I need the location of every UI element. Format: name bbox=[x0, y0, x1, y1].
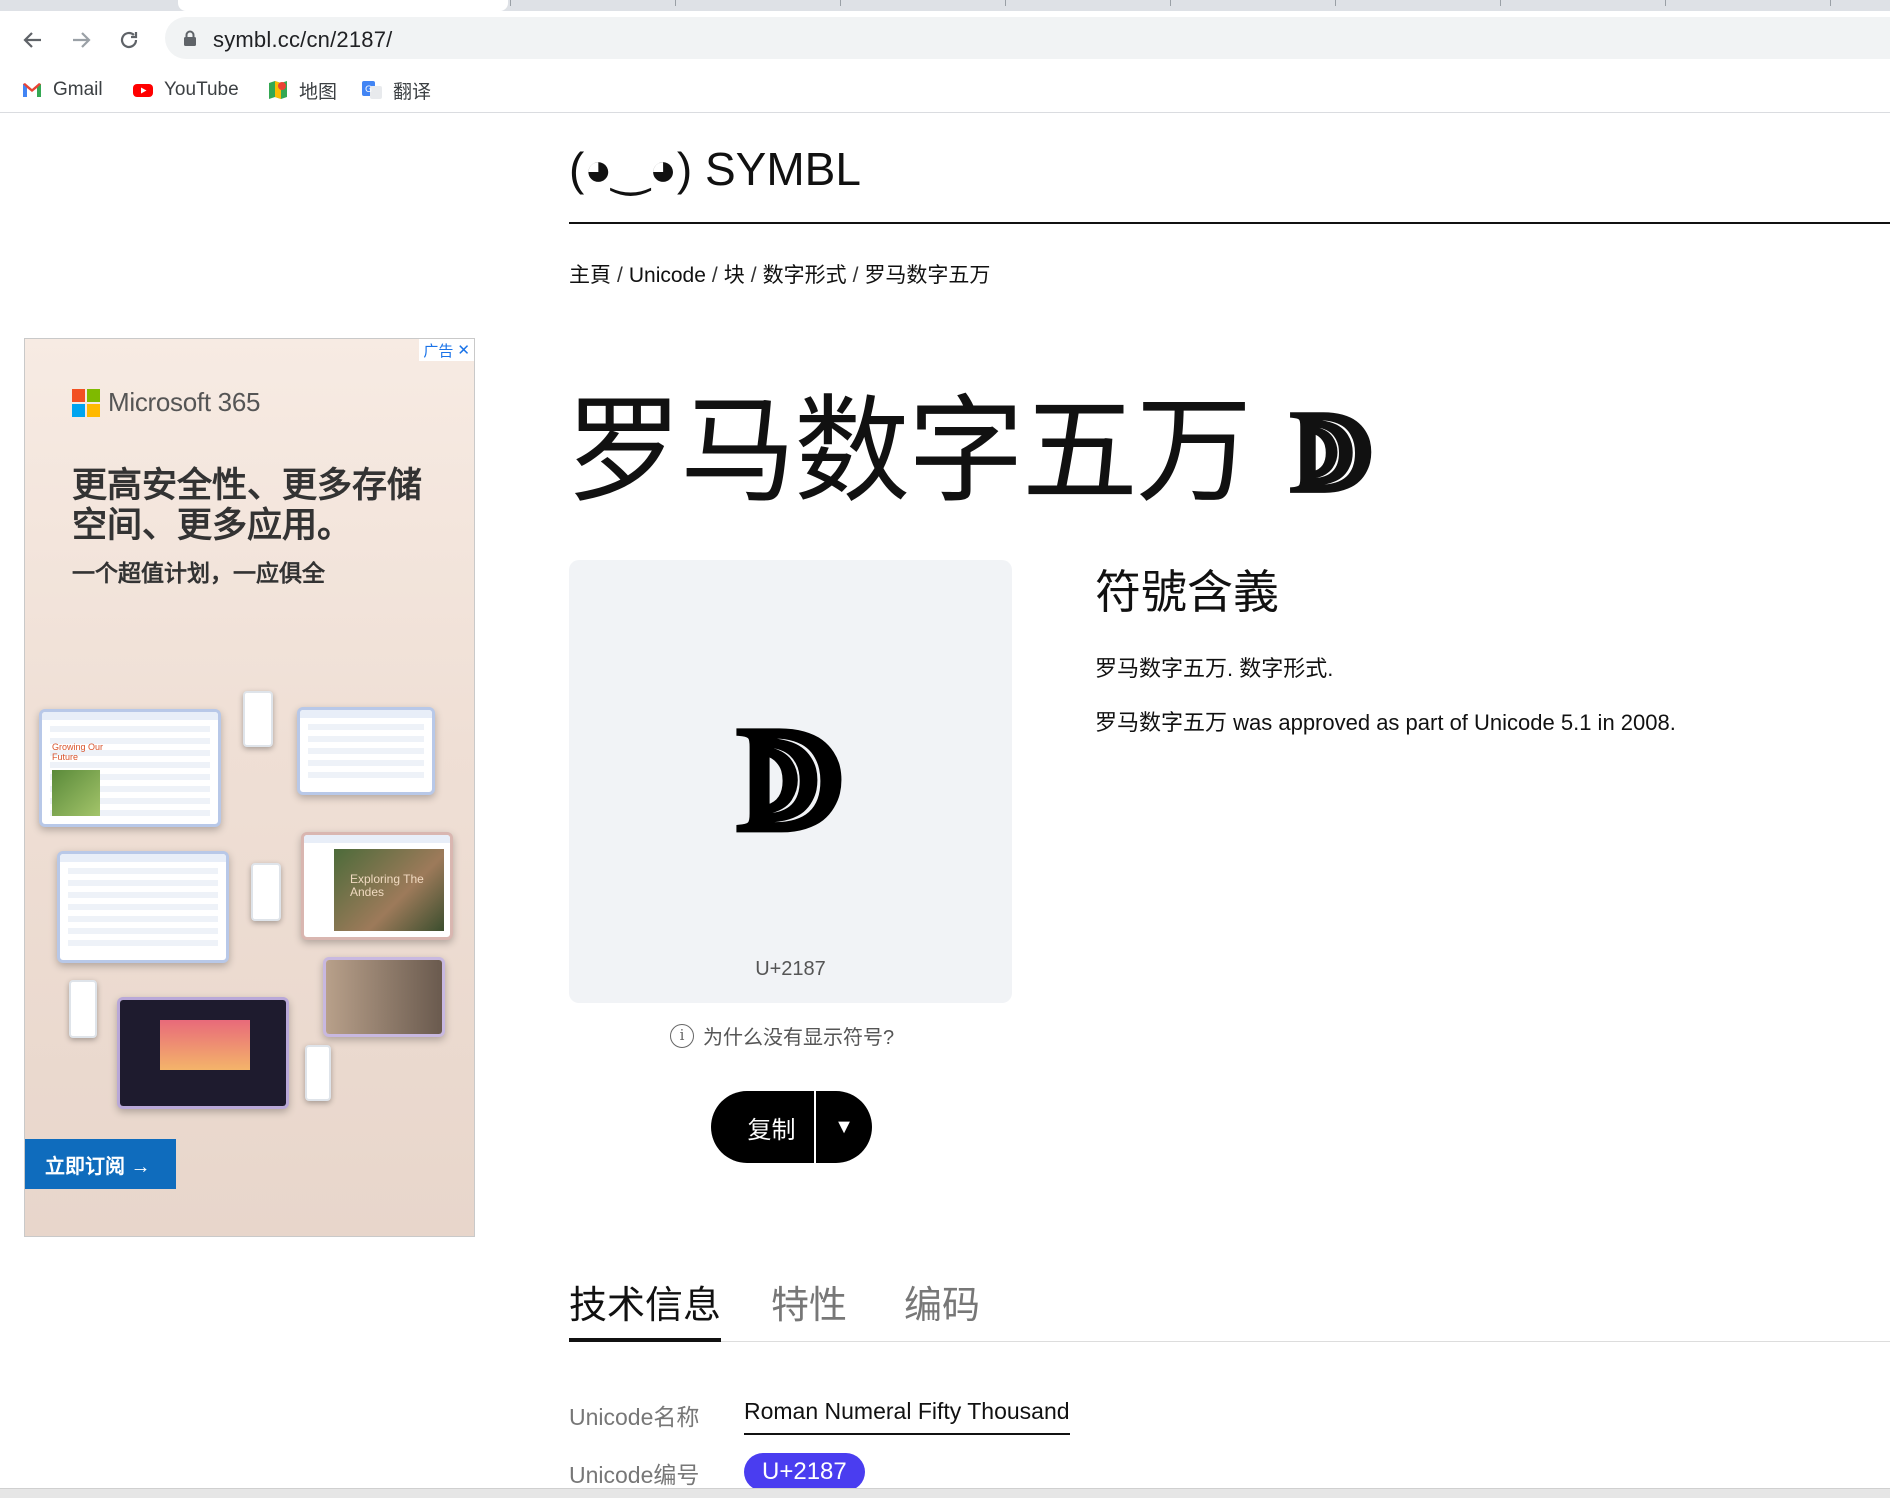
ad-phone bbox=[69, 980, 97, 1038]
gmail-icon bbox=[23, 83, 41, 97]
arrow-left-icon bbox=[23, 32, 41, 48]
tab-separator bbox=[510, 0, 511, 6]
ad-screenshot-defender bbox=[57, 851, 229, 963]
bookmarks-bar: Gmail YouTube 地图 G 翻译 bbox=[0, 68, 1890, 113]
tab-separator bbox=[1170, 0, 1171, 6]
tab-encoding[interactable]: 编码 bbox=[904, 1274, 980, 1342]
lock-icon bbox=[184, 30, 196, 46]
ad-screenshot-powerpoint: Exploring The Andes bbox=[301, 832, 453, 940]
ad-screenshot-word: Growing Our Future bbox=[39, 709, 221, 827]
windows-logo-icon bbox=[72, 388, 100, 417]
tech-key: Unicode名称 bbox=[569, 1404, 700, 1430]
translate-icon: G bbox=[362, 81, 382, 99]
tab-separator bbox=[1500, 0, 1501, 6]
tech-value[interactable]: Roman Numeral Fifty Thousand bbox=[744, 1398, 1070, 1435]
tab-separator bbox=[1665, 0, 1666, 6]
ad-brand: Microsoft 365 bbox=[108, 387, 261, 417]
symbol-preview-card[interactable]: ↇ U+2187 bbox=[569, 560, 1012, 1003]
ad-screen-caption: Growing Our Future bbox=[52, 742, 104, 762]
ad-headline: 更高安全性、更多存储空间、更多应用。 bbox=[72, 466, 423, 545]
youtube-icon bbox=[133, 84, 153, 97]
tab-properties[interactable]: 特性 bbox=[771, 1274, 847, 1342]
bookmark-label: Gmail bbox=[53, 79, 103, 100]
ad-screenshot-clipchamp bbox=[117, 997, 289, 1109]
breadcrumb-home[interactable]: 主頁 bbox=[569, 264, 611, 287]
breadcrumb-blocks[interactable]: 块 bbox=[724, 264, 745, 287]
bookmark-youtube[interactable]: YouTube bbox=[132, 75, 239, 105]
info-tabs: 技术信息 特性 编码 bbox=[569, 1274, 1890, 1342]
logo-divider bbox=[569, 222, 1890, 224]
codepoint-badge[interactable]: U+2187 bbox=[744, 1453, 865, 1491]
copy-button[interactable]: 复制 bbox=[711, 1110, 814, 1145]
info-icon: i bbox=[670, 1023, 694, 1048]
ad-screenshot-teams bbox=[323, 957, 445, 1037]
breadcrumb-current: 罗马数字五万 bbox=[864, 264, 991, 287]
browser-toolbar: symbl.cc/cn/2187/ bbox=[0, 11, 1890, 65]
bookmark-translate[interactable]: G 翻译 bbox=[361, 75, 431, 105]
meaning-heading: 符號含義 bbox=[1095, 566, 1279, 618]
address-bar[interactable]: symbl.cc/cn/2187/ bbox=[165, 17, 1890, 59]
close-icon[interactable]: ✕ bbox=[457, 341, 470, 359]
breadcrumb-unicode[interactable]: Unicode bbox=[629, 264, 706, 287]
breadcrumb-number-forms[interactable]: 数字形式 bbox=[763, 264, 847, 287]
bookmark-label: 翻译 bbox=[393, 81, 432, 103]
svg-text:G: G bbox=[365, 85, 372, 95]
ad-choices[interactable]: 广告 ✕ bbox=[419, 339, 474, 361]
symbol-codepoint: U+2187 bbox=[755, 958, 826, 980]
arrow-right-icon bbox=[73, 32, 91, 48]
microsoft-logo: Microsoft 365 bbox=[72, 387, 260, 418]
active-tab[interactable] bbox=[178, 0, 508, 11]
ad-subscribe-button[interactable]: 立即订阅 → bbox=[25, 1139, 176, 1189]
tech-key: Unicode编号 bbox=[569, 1462, 700, 1488]
horizontal-scrollbar[interactable] bbox=[0, 1488, 1890, 1498]
bookmark-label: YouTube bbox=[164, 79, 239, 100]
ad-banner[interactable]: 广告 ✕ Microsoft 365 更高安全性、更多存储空间、更多应用。 一个… bbox=[24, 338, 475, 1237]
page-title-glyph: ↇ bbox=[1290, 384, 1374, 519]
ad-screen-caption: Exploring The Andes bbox=[350, 872, 424, 899]
page-title-text: 罗马数字五万 bbox=[566, 386, 1252, 516]
breadcrumb: 主頁 / Unicode / 块 / 数字形式 / 罗马数字五万 bbox=[569, 264, 991, 287]
ad-label: 广告 bbox=[423, 342, 454, 360]
maps-icon bbox=[269, 81, 287, 99]
ad-screenshot-excel bbox=[297, 707, 435, 795]
copy-button-group: 复制 ▼ bbox=[711, 1091, 872, 1163]
page-title: 罗马数字五万 ↇ bbox=[566, 357, 1374, 525]
symbol-glyph: ↇ bbox=[736, 690, 845, 866]
meaning-approval: 罗马数字五万 was approved as part of Unicode 5… bbox=[1095, 710, 1676, 735]
why-not-displayed-link[interactable]: i 为什么没有显示符号? bbox=[670, 1021, 894, 1050]
url-text: symbl.cc/cn/2187/ bbox=[213, 27, 393, 52]
meaning-summary: 罗马数字五万. 数字形式. bbox=[1095, 656, 1334, 681]
tab-technical-info[interactable]: 技术信息 bbox=[569, 1274, 722, 1342]
tab-separator bbox=[1830, 0, 1831, 6]
tab-separator bbox=[675, 0, 676, 6]
tab-separator bbox=[1005, 0, 1006, 6]
bookmark-label: 地图 bbox=[299, 81, 338, 103]
forward-button[interactable] bbox=[66, 25, 96, 55]
copy-dropdown-button[interactable]: ▼ bbox=[816, 1116, 872, 1139]
ad-subline: 一个超值计划，一应俱全 bbox=[72, 560, 325, 586]
reload-icon bbox=[120, 31, 138, 49]
bookmark-maps[interactable]: 地图 bbox=[267, 75, 337, 105]
bookmark-gmail[interactable]: Gmail bbox=[21, 75, 103, 105]
back-button[interactable] bbox=[18, 25, 48, 55]
reload-button[interactable] bbox=[114, 25, 144, 55]
tab-strip bbox=[0, 0, 1890, 11]
tab-separator bbox=[1335, 0, 1336, 6]
site-logo[interactable]: (◕‿◕) SYMBL bbox=[569, 142, 861, 196]
why-not-displayed-label: 为什么没有显示符号? bbox=[703, 1027, 895, 1049]
ad-phone bbox=[251, 863, 281, 921]
tab-separator bbox=[840, 0, 841, 6]
ad-phone bbox=[305, 1045, 331, 1101]
ad-phone bbox=[243, 691, 273, 747]
